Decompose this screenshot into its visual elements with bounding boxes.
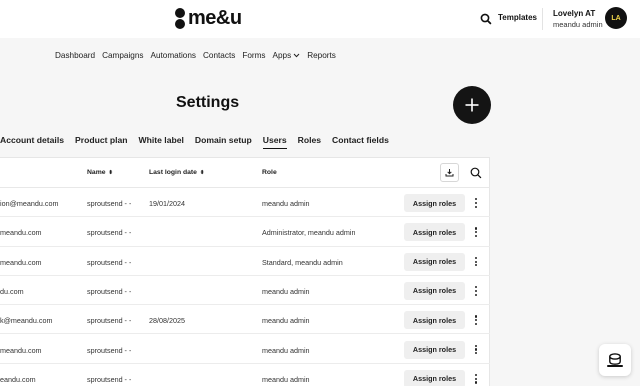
- column-header-name[interactable]: Name ⬍: [87, 169, 113, 176]
- table-header: Name ⬍ Last login date ⬍ Role: [0, 158, 490, 188]
- email-cell: meandu.com: [0, 228, 42, 238]
- logo-text: me&u: [188, 7, 242, 29]
- tab-account-details[interactable]: Account details: [0, 135, 64, 149]
- name-cell: sproutsend - -: [87, 228, 132, 238]
- header-divider: [542, 8, 543, 30]
- more-options-icon[interactable]: [472, 195, 480, 211]
- last-login-cell: 28/08/2025: [149, 316, 185, 326]
- user-role: meandu admin: [553, 20, 603, 29]
- logo-mark-icon: [174, 7, 186, 30]
- email-cell: meandu.com: [0, 345, 42, 355]
- role-cell: meandu admin: [262, 374, 310, 384]
- nav-item-apps-label: Apps: [272, 51, 292, 60]
- email-cell: k@meandu.com: [0, 316, 53, 326]
- name-cell: sproutsend - -: [87, 199, 132, 208]
- name-cell: sproutsend - -: [87, 374, 132, 384]
- assign-roles-button[interactable]: Assign roles: [404, 194, 465, 212]
- help-chat-button[interactable]: [599, 344, 631, 376]
- role-cell: meandu admin: [262, 316, 310, 326]
- assign-roles-button[interactable]: Assign roles: [404, 311, 465, 330]
- sort-icon: ⬍: [108, 170, 114, 176]
- users-table: Name ⬍ Last login date ⬍ Role ion@meandu…: [0, 157, 490, 386]
- tab-contact-fields[interactable]: Contact fields: [332, 135, 389, 149]
- assign-roles-button[interactable]: Assign roles: [404, 223, 465, 242]
- last-login-cell: 19/01/2024: [149, 199, 185, 208]
- tab-users[interactable]: Users: [262, 135, 287, 149]
- table-search-icon[interactable]: [469, 166, 483, 180]
- role-cell: meandu admin: [262, 286, 310, 296]
- assign-roles-button[interactable]: Assign roles: [404, 281, 465, 300]
- more-options-icon[interactable]: [472, 254, 480, 270]
- tab-roles[interactable]: Roles: [298, 135, 321, 149]
- email-cell: ion@meandu.com: [0, 199, 59, 208]
- table-row: eandu.com sproutsend - - meandu admin As…: [0, 364, 490, 386]
- avatar[interactable]: LA: [605, 7, 627, 29]
- more-options-icon[interactable]: [472, 371, 480, 386]
- tab-domain-setup[interactable]: Domain setup: [195, 135, 252, 149]
- table-row: k@meandu.com sproutsend - - 28/08/2025 m…: [0, 305, 490, 335]
- main-content: Dashboard Campaigns Automations Contacts…: [0, 38, 640, 386]
- assign-roles-button[interactable]: Assign roles: [404, 340, 465, 359]
- email-cell: du.com: [0, 286, 24, 296]
- table-row: meandu.com sproutsend - - Standard, mean…: [0, 247, 490, 276]
- table-row: ion@meandu.com sproutsend - - 19/01/2024…: [0, 188, 490, 218]
- role-cell: Administrator, meandu admin: [262, 228, 356, 238]
- chevron-down-icon: [293, 53, 300, 58]
- nav-item-forms[interactable]: Forms: [242, 51, 265, 60]
- name-cell: sproutsend - -: [87, 316, 132, 326]
- column-header-role: Role: [262, 169, 277, 176]
- table-row: meandu.com sproutsend - - meandu admin A…: [0, 335, 490, 364]
- name-cell: sproutsend - -: [87, 257, 132, 267]
- nav-item-contacts[interactable]: Contacts: [203, 51, 235, 60]
- search-icon[interactable]: [478, 11, 494, 27]
- nav-item-automations[interactable]: Automations: [150, 51, 196, 60]
- table-row: du.com sproutsend - - meandu admin Assig…: [0, 276, 490, 306]
- chat-icon: [607, 353, 623, 367]
- more-options-icon[interactable]: [472, 283, 480, 299]
- role-cell: Standard, meandu admin: [262, 257, 343, 267]
- more-options-icon[interactable]: [472, 342, 480, 358]
- tab-white-label[interactable]: White label: [139, 135, 184, 149]
- nav-item-apps[interactable]: Apps: [273, 51, 301, 60]
- email-cell: meandu.com: [0, 257, 42, 267]
- tab-product-plan[interactable]: Product plan: [75, 135, 128, 149]
- assign-roles-button[interactable]: Assign roles: [404, 369, 465, 386]
- more-options-icon[interactable]: [472, 224, 480, 240]
- settings-tabs: Account details Product plan White label…: [0, 135, 400, 149]
- more-options-icon[interactable]: [472, 312, 480, 328]
- nav-item-campaigns[interactable]: Campaigns: [102, 51, 143, 60]
- user-name: Lovelyn AT: [553, 9, 596, 18]
- role-cell: meandu admin: [262, 345, 310, 355]
- email-cell: eandu.com: [0, 374, 36, 384]
- column-header-name-label: Name: [87, 169, 106, 176]
- column-header-last-login-label: Last login date: [149, 169, 197, 176]
- page-title: Settings: [176, 94, 240, 111]
- assign-roles-button[interactable]: Assign roles: [404, 252, 465, 271]
- nav-item-dashboard[interactable]: Dashboard: [55, 51, 95, 60]
- name-cell: sproutsend - -: [87, 286, 132, 296]
- top-header: me&u Templates Lovelyn AT meandu admin L…: [0, 0, 640, 38]
- name-cell: sproutsend - -: [87, 345, 132, 355]
- download-icon: [445, 169, 454, 177]
- brand-logo[interactable]: me&u: [174, 7, 242, 30]
- role-cell: meandu admin: [262, 199, 310, 208]
- templates-link[interactable]: Templates: [498, 13, 537, 22]
- plus-icon: [465, 98, 479, 112]
- table-row: meandu.com sproutsend - - Administrator,…: [0, 217, 490, 247]
- main-nav: Dashboard Campaigns Automations Contacts…: [55, 51, 343, 60]
- add-button[interactable]: [453, 86, 491, 124]
- column-header-last-login[interactable]: Last login date ⬍: [149, 169, 204, 176]
- download-button[interactable]: [440, 163, 459, 182]
- nav-item-reports[interactable]: Reports: [307, 51, 336, 60]
- sort-icon: ⬍: [199, 170, 205, 176]
